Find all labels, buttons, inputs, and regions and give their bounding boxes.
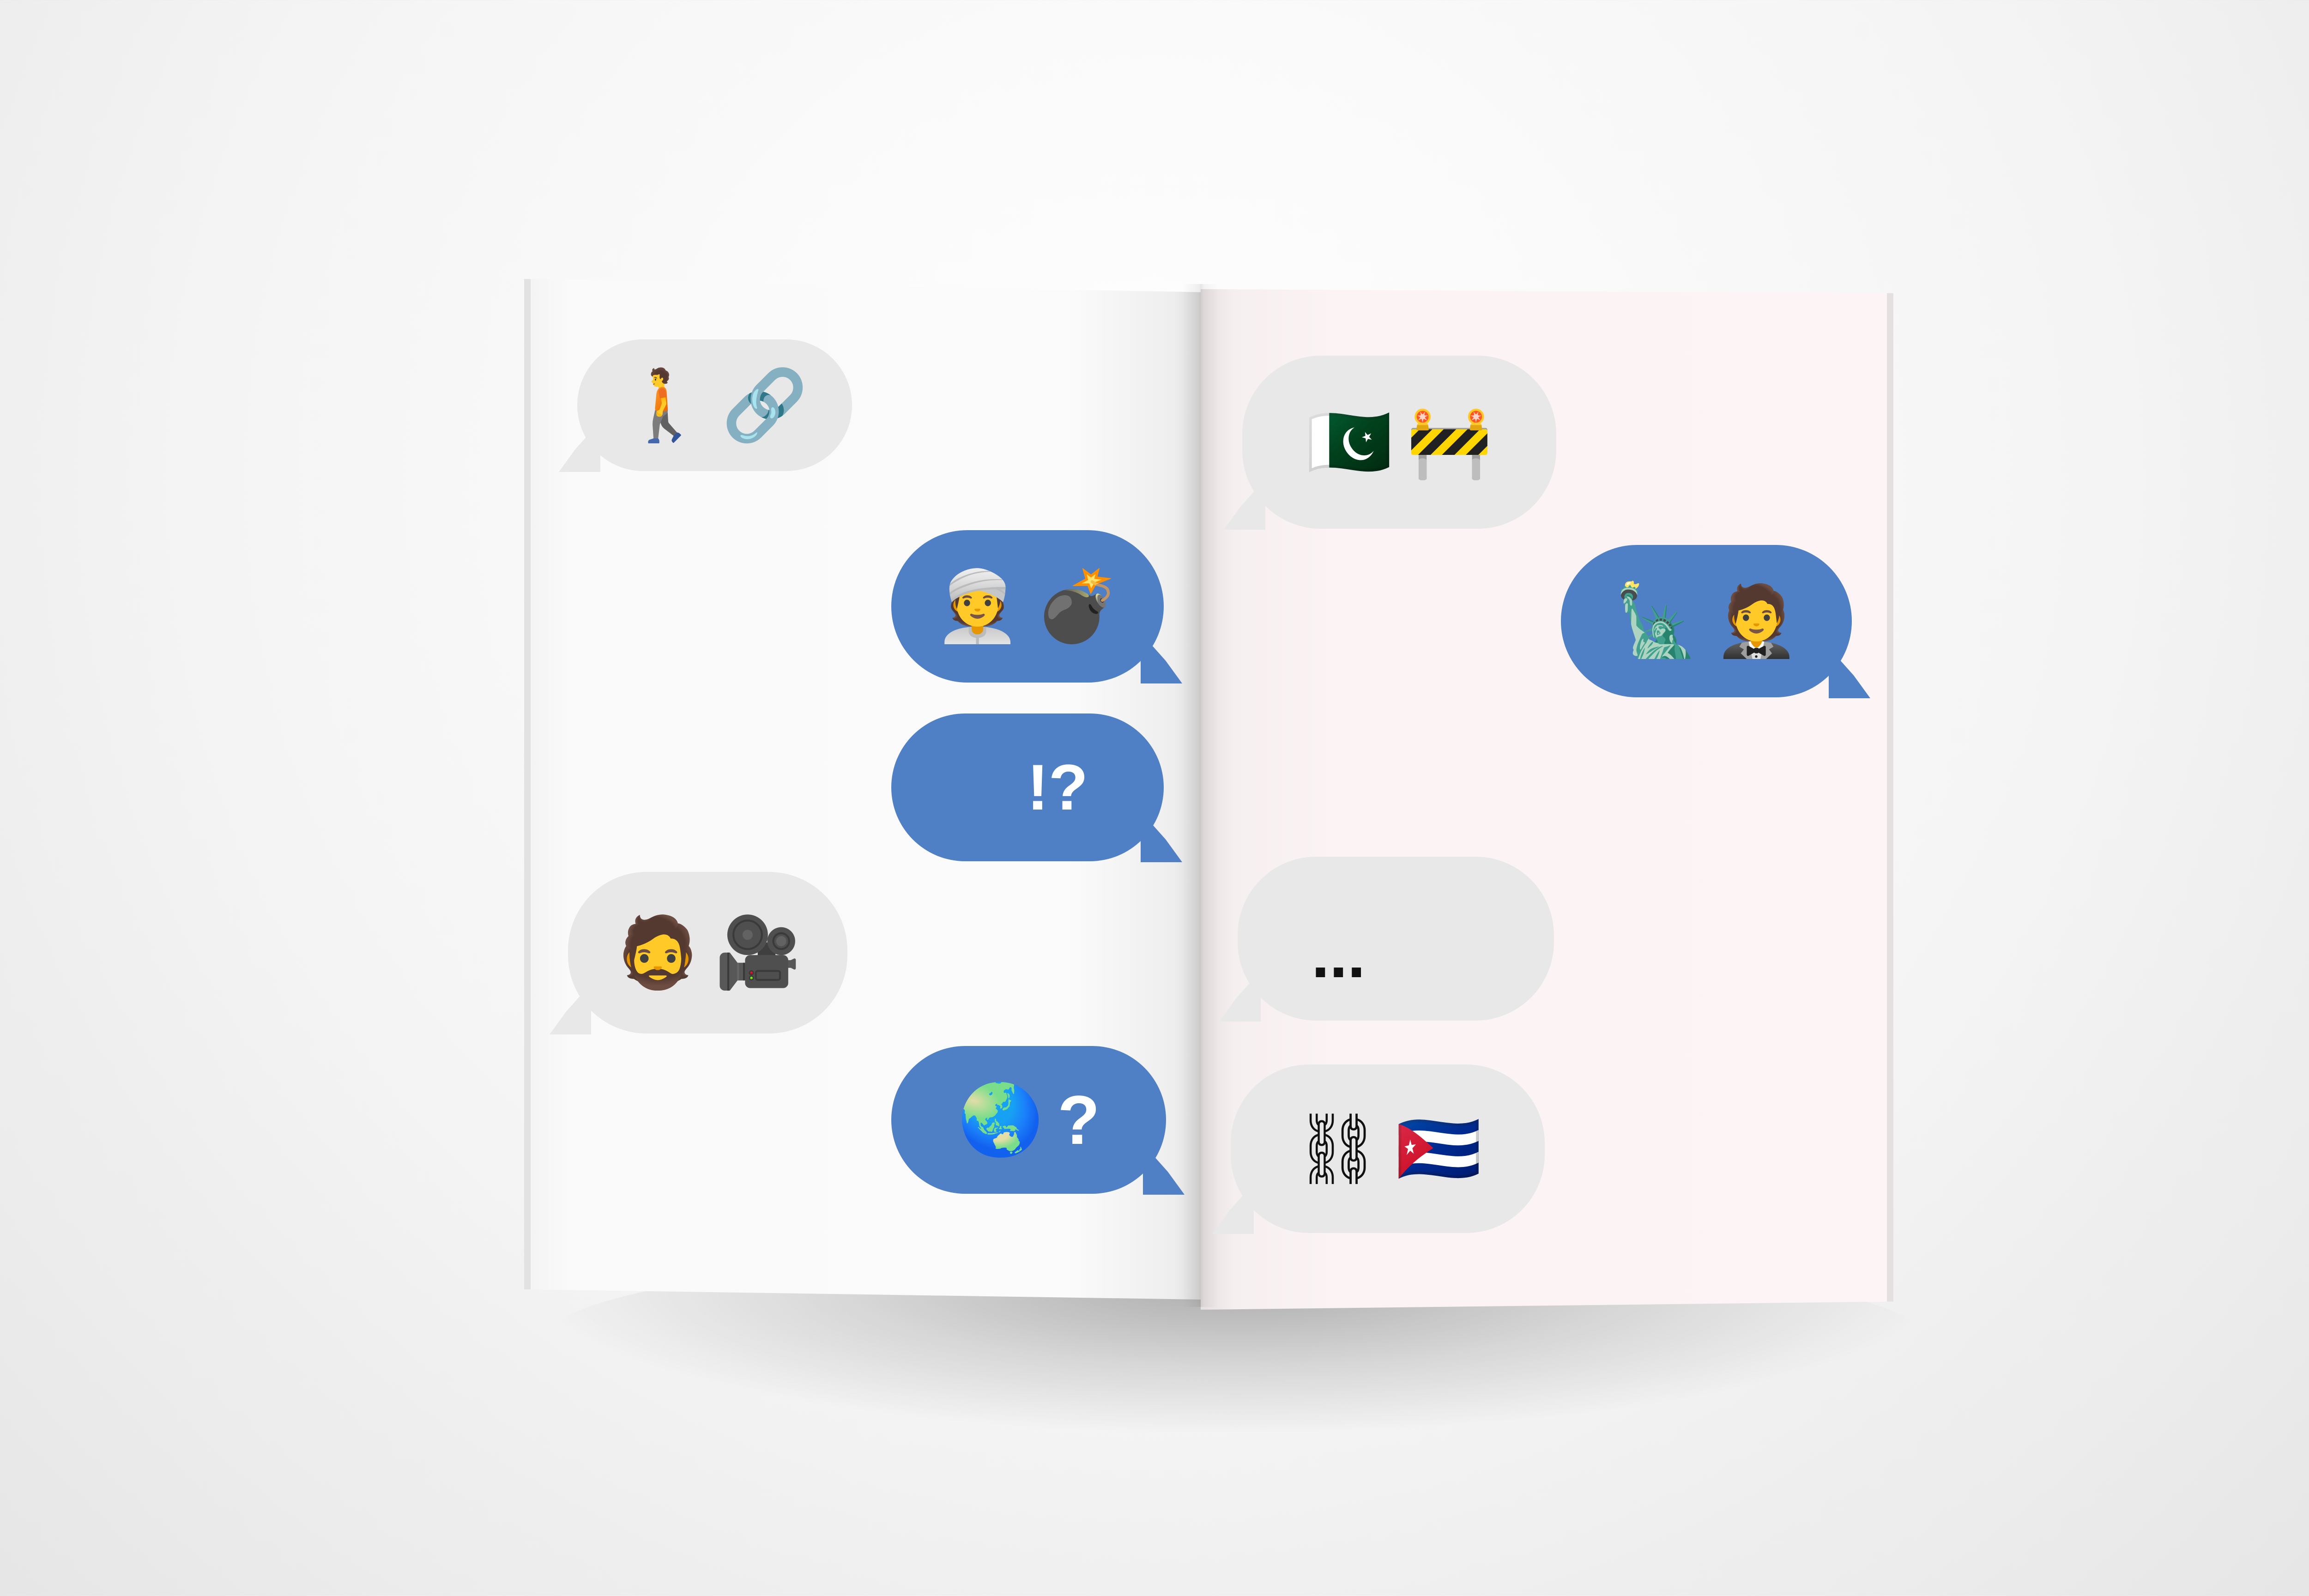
- message-bubble-incoming: ⛓ 🇨🇺: [1212, 1064, 1545, 1234]
- person-walking-icon: 🚶: [621, 365, 708, 446]
- message-content: 🚶 🔗: [622, 371, 808, 440]
- message-bubble-outgoing: 🌏 ?: [891, 1046, 1185, 1195]
- message-text: !?: [967, 755, 1088, 820]
- message-content: ⛓ 🇨🇺: [1294, 1114, 1481, 1184]
- message-bubble-outgoing: !?: [891, 713, 1182, 862]
- message-bubble-incoming: ...: [1219, 857, 1554, 1022]
- message-text-value: !?: [1027, 751, 1088, 823]
- message-content: 🇵🇰 🚧: [1306, 408, 1493, 477]
- typing-dots: ...: [1312, 918, 1366, 991]
- magazine-scene: 🚶 🔗 👳 💣 !? 🧔 🎥 🌏 ? 🇵🇰 🚧 🗽 🤵 ... ⛓ 🇨🇺: [0, 0, 2309, 1596]
- bomb-icon: 💣: [1034, 566, 1121, 647]
- statue-of-liberty-icon: 🗽: [1613, 581, 1699, 661]
- pakistan-flag-icon: 🇵🇰: [1306, 402, 1392, 483]
- man-with-turban-icon: 👳: [934, 566, 1021, 647]
- link-icon: 🔗: [721, 365, 808, 446]
- message-content: 👳 💣: [934, 572, 1121, 641]
- bearded-man-icon: 🧔: [614, 913, 701, 993]
- message-bubble-incoming: 🚶 🔗: [559, 339, 852, 472]
- cuba-flag-icon: 🇨🇺: [1395, 1108, 1482, 1189]
- typing-indicator: ...: [1238, 890, 1554, 987]
- message-content: 🌏 ?: [957, 1085, 1100, 1155]
- message-content: 🧔 🎥: [615, 918, 801, 987]
- man-in-suit-icon: 🤵: [1713, 581, 1800, 661]
- chains-icon: ⛓: [1294, 1108, 1382, 1189]
- message-bubble-outgoing: 👳 💣: [891, 530, 1182, 683]
- question-mark: ?: [1058, 1081, 1100, 1159]
- message-content: 🗽 🤵: [1613, 586, 1800, 656]
- globe-asia-australia-icon: 🌏: [957, 1080, 1044, 1160]
- construction-barrier-icon: 🚧: [1406, 402, 1493, 483]
- book-spine: [1182, 284, 1219, 1307]
- message-bubble-incoming: 🧔 🎥: [550, 872, 847, 1034]
- message-bubble-incoming: 🇵🇰 🚧: [1224, 356, 1556, 530]
- movie-camera-icon: 🎥: [714, 913, 801, 993]
- message-bubble-outgoing: 🗽 🤵: [1561, 545, 1870, 698]
